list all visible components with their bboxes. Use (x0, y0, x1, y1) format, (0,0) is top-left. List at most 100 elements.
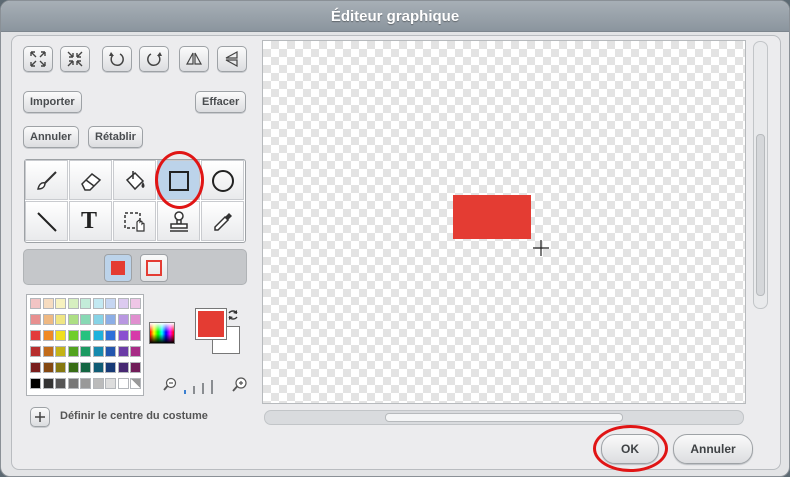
zoom-expand-button[interactable] (23, 46, 53, 72)
stamp-tool[interactable] (157, 201, 200, 241)
fill-mode-bar (23, 249, 247, 285)
color-swatch[interactable] (130, 314, 141, 325)
select-tool[interactable] (113, 201, 156, 241)
color-swatch[interactable] (92, 362, 104, 373)
brush-tool[interactable] (25, 160, 68, 200)
cancel-button[interactable]: Annuler (673, 434, 753, 464)
color-swatch[interactable] (67, 362, 79, 373)
color-swatch[interactable] (117, 346, 129, 357)
eyedropper-tool[interactable] (201, 201, 244, 241)
color-swatch[interactable] (30, 298, 41, 309)
stamp-icon (170, 211, 188, 232)
color-swatch[interactable] (67, 314, 79, 325)
color-swatch[interactable] (130, 298, 141, 309)
color-swatch[interactable] (67, 378, 79, 389)
color-swatch[interactable] (55, 362, 66, 373)
color-swatch[interactable] (30, 314, 41, 325)
color-swatch[interactable] (92, 314, 104, 325)
brush-size-indicator[interactable] (184, 378, 224, 394)
red-rectangle-shape[interactable] (453, 195, 531, 239)
rectangle-icon (169, 171, 189, 191)
outlined-rectangle-option[interactable] (140, 254, 168, 282)
color-swatch[interactable] (42, 298, 54, 309)
filled-rectangle-option[interactable] (104, 254, 132, 282)
color-swatch[interactable] (42, 314, 54, 325)
color-swatch[interactable] (117, 314, 129, 325)
color-swatch[interactable] (92, 346, 104, 357)
color-swatch[interactable] (117, 378, 129, 389)
color-swatch[interactable] (117, 362, 129, 373)
plus-icon (35, 412, 45, 422)
rotate-right-button[interactable] (139, 46, 169, 72)
color-swatch[interactable] (55, 346, 66, 357)
color-swatch[interactable] (42, 330, 54, 341)
line-tool[interactable] (25, 201, 68, 241)
color-swatch[interactable] (67, 346, 79, 357)
color-swatch[interactable] (55, 378, 66, 389)
rotate-left-button[interactable] (102, 46, 132, 72)
ellipse-tool[interactable] (201, 160, 244, 200)
color-swatch[interactable] (130, 362, 141, 373)
color-swatch[interactable] (55, 330, 66, 341)
set-center-button[interactable] (30, 407, 50, 427)
color-swatch[interactable] (105, 298, 116, 309)
text-icon: T (81, 208, 98, 234)
color-swatch[interactable] (92, 298, 104, 309)
ok-button[interactable]: OK (601, 434, 659, 464)
color-swatch[interactable] (67, 298, 79, 309)
transparent-swatch[interactable] (130, 378, 141, 389)
color-swatch[interactable] (130, 346, 141, 357)
color-swatch[interactable] (80, 378, 91, 389)
color-swatch[interactable] (55, 314, 66, 325)
flip-horizontal-button[interactable] (179, 46, 209, 72)
color-swatch[interactable] (117, 298, 129, 309)
import-button[interactable]: Importer (23, 91, 82, 113)
zoom-in-icon[interactable] (232, 376, 248, 392)
title-bar[interactable]: Éditeur graphique (1, 1, 789, 32)
color-swatch[interactable] (80, 330, 91, 341)
color-swatch[interactable] (92, 330, 104, 341)
ellipse-icon (212, 170, 234, 192)
color-swatch[interactable] (92, 378, 104, 389)
eraser-tool[interactable] (69, 160, 112, 200)
fill-bucket-tool[interactable] (113, 160, 156, 200)
color-swatch[interactable] (42, 346, 54, 357)
color-swatch[interactable] (130, 330, 141, 341)
color-swatch[interactable] (105, 346, 116, 357)
color-palette (26, 294, 144, 396)
horizontal-scrollbar[interactable] (264, 410, 744, 425)
color-swatch[interactable] (30, 362, 41, 373)
color-swatch[interactable] (67, 330, 79, 341)
swap-colors-icon[interactable] (226, 308, 240, 322)
color-swatch[interactable] (30, 330, 41, 341)
color-swatch[interactable] (80, 298, 91, 309)
color-swatch[interactable] (105, 330, 116, 341)
color-swatch[interactable] (42, 362, 54, 373)
color-swatch[interactable] (117, 330, 129, 341)
zoom-shrink-button[interactable] (60, 46, 90, 72)
eyedropper-icon (214, 213, 232, 231)
primary-color-swatch[interactable] (195, 308, 227, 340)
flip-vertical-button[interactable] (217, 46, 247, 72)
color-swatch[interactable] (80, 314, 91, 325)
drawing-canvas[interactable] (262, 40, 746, 404)
flip-vertical-icon (225, 50, 238, 68)
brush-icon (37, 171, 57, 190)
color-swatch[interactable] (30, 378, 41, 389)
color-swatch[interactable] (105, 314, 116, 325)
color-swatch[interactable] (80, 346, 91, 357)
clear-button[interactable]: Effacer (195, 91, 247, 113)
vertical-scrollbar[interactable] (753, 41, 768, 309)
color-swatch[interactable] (105, 378, 116, 389)
color-swatch[interactable] (80, 362, 91, 373)
color-picker-button[interactable] (149, 322, 175, 344)
rectangle-tool[interactable] (157, 160, 200, 200)
undo-button[interactable]: Annuler (23, 126, 79, 148)
color-swatch[interactable] (105, 362, 116, 373)
color-swatch[interactable] (30, 346, 41, 357)
zoom-out-icon[interactable] (163, 377, 177, 391)
color-swatch[interactable] (42, 378, 54, 389)
redo-button[interactable]: Rétablir (88, 126, 143, 148)
text-tool[interactable]: T (69, 201, 112, 241)
color-swatch[interactable] (55, 298, 66, 309)
